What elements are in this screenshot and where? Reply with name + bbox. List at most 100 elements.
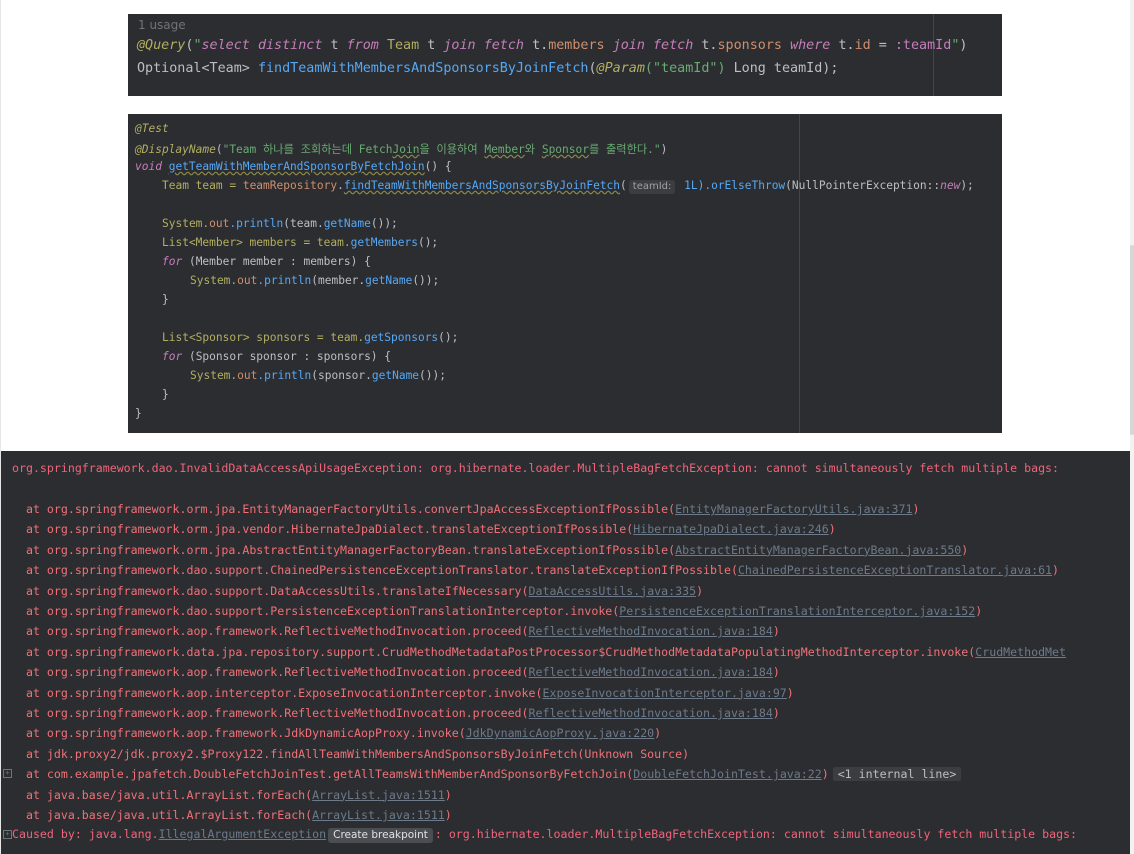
right-margin-guide [933,14,934,96]
exception-line: org.springframework.dao.InvalidDataAcces… [12,461,1060,475]
query-method-line: Optional<Team> findTeamWithMembersAndSpo… [137,61,838,76]
or-else-throw[interactable]: orElseThrow [711,179,785,192]
query-annotation: @Query [137,38,186,53]
caused-by-prefix: Caused by: java.lang. [12,827,159,841]
print-team-line: System.out.println(team.getName()); [162,217,398,230]
for-keyword: for [162,255,183,268]
source-link[interactable]: ReflectiveMethodInvocation.java:184 [529,624,773,638]
npe-reference: (NullPointerException:: [785,179,941,192]
trace-end: ) [961,542,969,557]
trace-end: ) [444,808,452,822]
trace-end: ) [821,767,829,782]
signature-rest: () { [424,160,452,173]
source-link[interactable]: PersistenceExceptionTranslationIntercept… [619,604,975,618]
print-member-line: System.out.println(member.getName()); [190,274,439,287]
statement-end: ()); [370,217,398,230]
out-field: out [237,369,258,382]
stack-trace-line: at org.springframework.aop.interceptor.E… [12,686,794,700]
param-annotation: @Param [596,61,645,76]
display-name-text: "Team 하나를 조회하는데 Fetch [222,143,393,156]
jpql-param: :teamId [894,38,952,53]
source-link[interactable]: DoubleFetchJoinTest.java:22 [633,767,821,781]
source-link[interactable]: EntityManagerFactoryUtils.java:371 [675,502,912,516]
exception-class-link[interactable]: IllegalArgumentException [159,827,327,841]
argument: (sponsor. [311,369,372,382]
jpql-id: id [854,38,871,53]
query-code-panel: 1 usage @Query("select distinct t from T… [128,14,1002,96]
source-link[interactable]: ArrayList.java:1511 [312,788,445,802]
display-name-line: @DisplayName("Team 하나를 조회하는데 FetchJoin을 … [135,141,667,157]
stack-trace-line: at java.base/java.util.ArrayList.forEach… [12,788,452,802]
jpql-select: select [201,38,250,53]
source-link[interactable]: AbstractEntityManagerFactoryBean.java:55… [675,543,961,557]
trace-text: at org.springframework.aop.framework.Ref… [12,665,529,680]
statement-end: ()); [419,369,446,382]
caused-by-message: : org.hibernate.loader.MultipleBagFetchE… [434,827,1078,841]
stack-trace-line: at org.springframework.aop.framework.Ref… [12,624,780,638]
stack-trace-line: at org.springframework.dao.support.DataA… [12,584,703,598]
internal-line-fold[interactable]: <1 internal line> [832,767,962,782]
repository-field: teamRepository [242,179,338,192]
source-link[interactable]: JdkDynamicAopProxy.java:220 [466,726,654,740]
source-link[interactable]: HibernateJpaDialect.java:246 [633,522,828,536]
usage-hint[interactable]: 1 usage [138,18,186,32]
test-annotation-line: @Test [135,122,169,135]
trace-text: at jdk.proxy2/jdk.proxy2.$Proxy122.findA… [12,746,690,761]
expand-icon[interactable]: + [3,769,12,778]
scrollbar-track[interactable] [1130,0,1134,854]
quote: " [193,38,202,53]
jpql-sponsors: sponsors [717,38,783,53]
stack-trace-line: at org.springframework.aop.framework.Jdk… [12,726,661,740]
source-link[interactable]: ChainedPersistenceExceptionTranslator.ja… [738,563,1052,577]
trace-text: at org.springframework.orm.jpa.vendor.Hi… [12,522,634,537]
source-link[interactable]: ArrayList.java:1511 [312,808,445,822]
trace-end: ) [444,787,452,802]
print-sponsor-line: System.out.println(sponsor.getName()); [190,369,446,382]
repository-method[interactable]: findTeamWithMembersAndSponsorsByJoinFetc… [344,179,620,192]
stack-trace-line: at java.base/java.util.ArrayList.forEach… [12,808,452,822]
source-link[interactable]: CrudMethodMet [975,645,1066,659]
jpql-where: where [790,38,831,53]
trace-text: at org.springframework.aop.interceptor.E… [12,685,543,700]
for-header: (Member member : members) { [182,255,371,268]
display-name-annotation: @DisplayName [135,143,216,156]
members-declaration: List<Member> members = team. [162,236,351,249]
scrollbar-thumb[interactable] [1130,245,1134,435]
source-link[interactable]: ReflectiveMethodInvocation.java:184 [529,665,773,679]
println-call: .println [257,274,312,287]
jpql-fetch: fetch [483,38,524,53]
for-members-line: for (Member member : members) { [162,255,371,268]
stack-trace-line: at org.springframework.dao.support.Persi… [12,604,982,618]
close-brace: } [162,388,169,401]
close-brace: } [135,407,142,420]
expand-icon[interactable]: + [3,830,12,839]
source-link[interactable]: ReflectiveMethodInvocation.java:184 [529,706,773,720]
test-method-name[interactable]: getTeamWithMemberAndSponsorByFetchJoin [169,160,425,173]
system-class: System. [162,217,210,230]
stack-trace-line: at org.springframework.aop.framework.Ref… [12,665,780,679]
get-members-call: getMembers [350,236,418,249]
trace-text: at org.springframework.orm.jpa.AbstractE… [12,542,676,557]
method-name[interactable]: findTeamWithMembersAndSponsorsByJoinFetc… [258,61,589,76]
display-name-text: 를 출력한다." [588,143,661,156]
trace-end: ) [975,604,983,618]
close-brace: } [162,293,169,306]
jpql-entity: Team [386,38,420,53]
get-sponsors-call: getSponsors [364,331,439,344]
source-link[interactable]: DataAccessUtils.java:335 [529,584,697,598]
argument: 1L). [677,179,712,192]
create-breakpoint-tooltip[interactable]: Create breakpoint [328,828,433,843]
trace-text: at org.springframework.data.jpa.reposito… [12,644,976,659]
stack-trace-line: at org.springframework.orm.jpa.vendor.Hi… [12,522,836,536]
param-type: Long [733,61,766,76]
param-name: teamId [773,61,823,76]
source-link[interactable]: ExposeInvocationInterceptor.java:97 [542,686,786,700]
trace-text: at org.springframework.aop.framework.Jdk… [12,726,466,741]
trace-end: ) [912,502,920,516]
argument: (member. [311,274,366,287]
trace-text: at org.springframework.orm.jpa.EntityMan… [12,502,676,516]
stack-trace-line: at jdk.proxy2/jdk.proxy2.$Proxy122.findA… [12,747,689,761]
sponsors-line: List<Sponsor> sponsors = team.getSponsor… [162,331,458,344]
query-annotation-line: @Query("select distinct t from Team t jo… [137,38,967,53]
trace-end: ) [828,522,836,537]
